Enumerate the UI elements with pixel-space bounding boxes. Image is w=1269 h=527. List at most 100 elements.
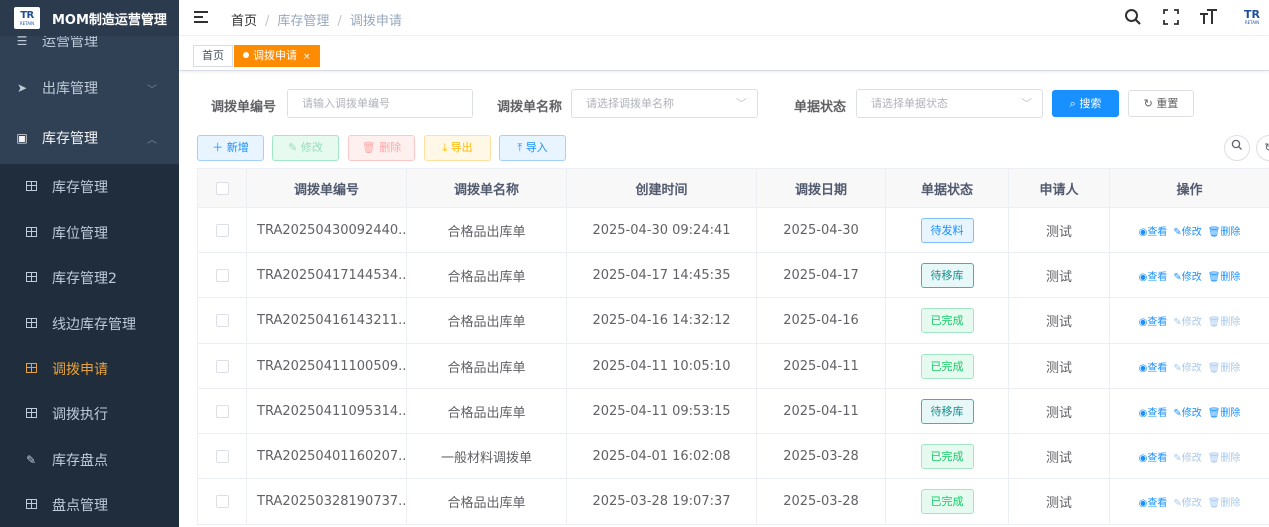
trash-icon: 🗑 bbox=[361, 141, 376, 154]
font-size-icon[interactable] bbox=[1199, 6, 1219, 28]
search-button-label: 搜索 bbox=[1079, 97, 1102, 110]
row-checkbox[interactable] bbox=[197, 344, 247, 388]
delete-link[interactable]: 🗑删除 bbox=[1208, 359, 1241, 374]
sidebar-item-inventory[interactable]: ▣ 库存管理 ︿ bbox=[0, 115, 179, 161]
code-input[interactable]: 请输入调拨单编号 bbox=[287, 89, 473, 118]
select-all-checkbox[interactable] bbox=[197, 169, 247, 207]
cell-ops: ◉查看 ✎修改 🗑删除 bbox=[1110, 344, 1269, 388]
search-icon[interactable] bbox=[1123, 6, 1143, 28]
cell-created: 2025-04-11 09:53:15 bbox=[567, 389, 757, 433]
breadcrumb-home[interactable]: 首页 bbox=[231, 14, 257, 29]
row-checkbox[interactable] bbox=[197, 208, 247, 252]
toggle-search-icon[interactable] bbox=[1224, 135, 1250, 161]
delete-link[interactable]: 🗑删除 bbox=[1208, 449, 1241, 464]
company-logo[interactable]: TR RETAIN bbox=[1237, 7, 1267, 27]
table-row[interactable]: TRA20250401160207... 一般材料调拨单 2025-04-01 16… bbox=[197, 434, 1269, 479]
cell-status: 待移库 bbox=[886, 389, 1009, 433]
view-link[interactable]: ◉查看 bbox=[1139, 223, 1168, 238]
sidebar-item-label: 出库管理 bbox=[42, 81, 98, 97]
view-link[interactable]: ◉查看 bbox=[1139, 449, 1168, 464]
row-checkbox[interactable] bbox=[197, 479, 247, 524]
edit-link[interactable]: ✎修改 bbox=[1173, 313, 1201, 328]
edit-icon: ✎ bbox=[25, 453, 37, 467]
table-row[interactable]: TRA20250430092440... 合格品出库单 2025-04-30 09:… bbox=[197, 208, 1269, 253]
status-badge: 待发料 bbox=[920, 217, 974, 243]
delete-button-label: 删除 bbox=[379, 141, 402, 154]
sidebar-item-stocktake-manage[interactable]: 盘点管理 bbox=[0, 482, 179, 527]
view-link[interactable]: ◉查看 bbox=[1139, 313, 1168, 328]
view-link[interactable]: ◉查看 bbox=[1139, 404, 1168, 419]
import-button[interactable]: ⤒ 导入 bbox=[499, 135, 566, 161]
column-header: 创建时间 bbox=[567, 169, 757, 207]
sidebar-item-transfer-request[interactable]: 调拨申请 bbox=[0, 346, 179, 392]
delete-link[interactable]: 🗑删除 bbox=[1208, 223, 1241, 238]
row-checkbox[interactable] bbox=[197, 253, 247, 297]
hamburger-icon[interactable] bbox=[194, 11, 208, 23]
sidebar-item-lineside[interactable]: 线边库存管理 bbox=[0, 301, 179, 347]
sidebar-item-stocktake[interactable]: ✎ 库存盘点 bbox=[0, 437, 179, 483]
row-checkbox[interactable] bbox=[197, 298, 247, 343]
sidebar-item-transfer-exec[interactable]: 调拨执行 bbox=[0, 391, 179, 437]
sidebar-item-location[interactable]: 库位管理 bbox=[0, 210, 179, 256]
tag-transfer-request[interactable]: 调拨申请 × bbox=[234, 45, 320, 67]
reset-button[interactable]: ↻ 重置 bbox=[1128, 90, 1194, 117]
cell-code: TRA20250430092440... bbox=[247, 208, 407, 252]
edit-link[interactable]: ✎修改 bbox=[1173, 223, 1201, 238]
table-row[interactable]: TRA20250417144534... 合格品出库单 2025-04-17 14:… bbox=[197, 253, 1269, 298]
row-checkbox[interactable] bbox=[197, 434, 247, 478]
view-link[interactable]: ◉查看 bbox=[1139, 494, 1168, 509]
edit-icon: ✎ bbox=[1173, 498, 1182, 509]
edit-link[interactable]: ✎修改 bbox=[1173, 404, 1201, 419]
view-link-label: 查看 bbox=[1147, 362, 1168, 374]
sidebar: ☰ 运营管理 ➤ 出库管理 ﹀ ▣ 库存管理 ︿ 库存管理 库位管理 库存管理2… bbox=[0, 0, 179, 527]
delete-link[interactable]: 🗑删除 bbox=[1208, 313, 1241, 328]
close-icon[interactable]: × bbox=[303, 52, 311, 62]
cell-created: 2025-04-16 14:32:12 bbox=[567, 298, 757, 343]
refresh-icon[interactable]: ↻ bbox=[1256, 135, 1269, 161]
tag-label: 调拨申请 bbox=[253, 49, 297, 62]
eye-icon: ◉ bbox=[1138, 226, 1148, 238]
edit-link[interactable]: ✎修改 bbox=[1173, 494, 1201, 509]
grid-icon bbox=[25, 181, 37, 191]
status-label: 单据状态 bbox=[794, 100, 847, 115]
company-logo-sub: RETAIN bbox=[1244, 19, 1260, 25]
delete-link[interactable]: 🗑删除 bbox=[1208, 404, 1241, 419]
table-row[interactable]: TRA20250416143211... 合格品出库单 2025-04-16 14:… bbox=[197, 298, 1269, 344]
grid-icon bbox=[25, 499, 37, 509]
table-row[interactable]: TRA20250411095314... 合格品出库单 2025-04-11 09:… bbox=[197, 389, 1269, 434]
grid-icon bbox=[25, 318, 37, 328]
edit-link[interactable]: ✎修改 bbox=[1173, 449, 1201, 464]
name-select[interactable]: 请选择调拨单名称 ﹀ bbox=[571, 89, 758, 118]
edit-link[interactable]: ✎修改 bbox=[1173, 359, 1201, 374]
delete-link-label: 删除 bbox=[1220, 271, 1241, 283]
navbar: 首页 / 库存管理 / 调拨申请 TR RETAIN bbox=[179, 0, 1269, 36]
search-button[interactable]: ⌕ 搜索 bbox=[1052, 90, 1119, 117]
sidebar-item-label: 调拨执行 bbox=[52, 407, 108, 423]
fullscreen-icon[interactable] bbox=[1161, 6, 1181, 28]
row-checkbox[interactable] bbox=[197, 389, 247, 433]
grid-icon bbox=[25, 408, 37, 418]
app-logo[interactable]: TR RETAIN MOM制造运营管理 bbox=[0, 0, 179, 36]
table-row[interactable]: TRA20250411100509... 合格品出库单 2025-04-11 10:… bbox=[197, 344, 1269, 389]
sidebar-item-inventory-manage[interactable]: 库存管理 bbox=[0, 164, 179, 210]
status-select[interactable]: 请选择单据状态 ﹀ bbox=[856, 89, 1043, 118]
cell-created: 2025-04-30 09:24:41 bbox=[567, 208, 757, 252]
view-link-label: 查看 bbox=[1147, 407, 1168, 419]
delete-link[interactable]: 🗑删除 bbox=[1208, 268, 1241, 283]
sidebar-item-label: 库位管理 bbox=[52, 226, 108, 242]
sidebar-item-label: 库存管理2 bbox=[52, 271, 117, 287]
cell-name: 合格品出库单 bbox=[407, 344, 567, 388]
add-button[interactable]: ＋ 新增 bbox=[197, 135, 264, 161]
sidebar-item-inventory-2[interactable]: 库存管理2 bbox=[0, 255, 179, 301]
edit-button[interactable]: ✎ 修改 bbox=[272, 135, 339, 161]
delete-link[interactable]: 🗑删除 bbox=[1208, 494, 1241, 509]
table-row[interactable]: TRA20250328190737... 合格品出库单 2025-03-28 19:… bbox=[197, 479, 1269, 525]
export-button[interactable]: ⤓ 导出 bbox=[424, 135, 491, 161]
tag-home[interactable]: 首页 bbox=[193, 45, 233, 67]
delete-button[interactable]: 🗑 删除 bbox=[348, 135, 415, 161]
view-link[interactable]: ◉查看 bbox=[1139, 359, 1168, 374]
sidebar-item-outbound[interactable]: ➤ 出库管理 ﹀ bbox=[0, 65, 179, 111]
view-link[interactable]: ◉查看 bbox=[1139, 268, 1168, 283]
edit-link[interactable]: ✎修改 bbox=[1173, 268, 1201, 283]
cell-ops: ◉查看 ✎修改 🗑删除 bbox=[1110, 298, 1269, 343]
